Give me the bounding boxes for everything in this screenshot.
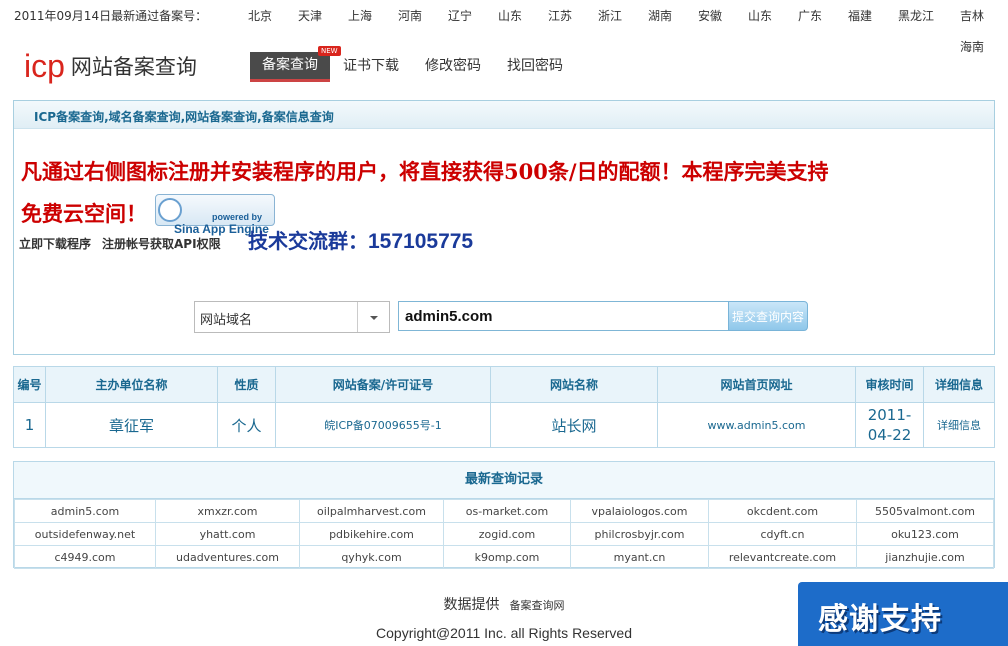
promo-text: 凡通过右侧图标注册并安装程序的用户，将直接获得500条/日的配额！本程序完美支持… [21, 151, 986, 236]
recent-link[interactable]: vpalaiologos.com [570, 499, 709, 523]
logo-text: 网站备案查询 [70, 55, 197, 79]
recent-link[interactable]: qyhyk.com [299, 545, 444, 569]
table-row: 1 章征军 个人 皖ICP备07009655号-1 站长网 www.admin5… [13, 402, 995, 448]
thanks-banner[interactable]: 感谢支持 [798, 582, 1008, 646]
cell-type: 个人 [217, 402, 276, 448]
detail-link[interactable]: 详细信息 [923, 402, 995, 448]
col-header: 网站首页网址 [657, 366, 856, 403]
province-link[interactable]: 上海 [348, 7, 372, 24]
chevron-down-icon[interactable] [357, 302, 389, 332]
latest-record-date: 2011年09月14日最新通过备案号： [14, 9, 208, 23]
col-header: 主办单位名称 [45, 366, 218, 403]
site-header: icp 网站备案查询 备案查询 NEW 证书下载 修改密码 找回密码 [0, 30, 1008, 86]
cell-review-date: 2011-04-22 [855, 402, 924, 448]
recent-row: admin5.com xmxzr.com oilpalmharvest.com … [14, 499, 994, 523]
cell-owner: 章征军 [45, 402, 218, 448]
province-link[interactable]: 安徽 [698, 7, 722, 24]
new-badge: NEW [318, 46, 341, 56]
province-link[interactable]: 河南 [398, 7, 422, 24]
promo-line-2: 免费云空间！ [21, 201, 147, 226]
qq-label: 技术交流群： [248, 229, 368, 253]
thanks-text: 感谢支持 [818, 602, 942, 637]
site-logo[interactable]: icp 网站备案查询 [24, 48, 197, 85]
province-link[interactable]: 山东 [748, 7, 772, 24]
recent-link[interactable]: yhatt.com [155, 522, 300, 546]
province-link[interactable]: 浙江 [598, 7, 622, 24]
recent-link[interactable]: philcrosbyjr.com [570, 522, 709, 546]
recent-title: 最新查询记录 [14, 462, 994, 499]
panel-header: ICP备案查询,域名备案查询,网站备案查询,备案信息查询 [14, 101, 994, 129]
province-link[interactable]: 广东 [798, 7, 822, 24]
promo-line-1: 凡通过右侧图标注册并安装程序的用户，将直接获得500条/日的配额！本程序完美支持 [21, 159, 829, 184]
recent-link[interactable]: oilpalmharvest.com [299, 499, 444, 523]
action-links: 立即下载程序 注册帐号获取API权限 [19, 235, 232, 252]
province-link[interactable]: 辽宁 [448, 7, 472, 24]
top-bar: 2011年09月14日最新通过备案号： 北京 天津 上海 河南 辽宁 山东 江苏… [0, 0, 1008, 54]
submit-button[interactable]: 提交查询内容 [728, 301, 808, 331]
col-header: 审核时间 [855, 366, 924, 403]
search-type-value: 网站域名 [200, 313, 253, 328]
register-link[interactable]: 注册帐号获取API权限 [102, 237, 221, 251]
recent-link[interactable]: xmxzr.com [155, 499, 300, 523]
recent-link[interactable]: relevantcreate.com [708, 545, 857, 569]
nav-query-tab[interactable]: 备案查询 [250, 52, 330, 82]
recent-link[interactable]: oku123.com [856, 522, 994, 546]
panel-title: ICP备案查询,域名备案查询,网站备案查询,备案信息查询 [34, 110, 334, 124]
nav-change-password[interactable]: 修改密码 [425, 55, 481, 75]
col-header: 详细信息 [923, 366, 995, 403]
province-link[interactable]: 江苏 [548, 7, 572, 24]
recent-link[interactable]: myant.cn [570, 545, 709, 569]
recent-row: outsidefenway.net yhatt.com pdbikehire.c… [14, 522, 994, 546]
col-header: 网站名称 [490, 366, 658, 403]
sae-badge[interactable]: powered by Sina App Engine [155, 194, 275, 236]
recent-link[interactable]: admin5.com [14, 499, 156, 523]
recent-link[interactable]: cdyft.cn [708, 522, 857, 546]
cell-site-name: 站长网 [490, 402, 658, 448]
download-link[interactable]: 立即下载程序 [19, 237, 91, 251]
nav-recover-password[interactable]: 找回密码 [507, 55, 563, 75]
recent-link[interactable]: 5505valmont.com [856, 499, 994, 523]
province-link[interactable]: 黑龙江 [898, 7, 934, 24]
qq-group: 技术交流群：157105775 [248, 225, 473, 254]
col-header: 网站备案/许可证号 [275, 366, 491, 403]
recent-link[interactable]: zogid.com [443, 522, 571, 546]
recent-link[interactable]: pdbikehire.com [299, 522, 444, 546]
cell-license: 皖ICP备07009655号-1 [275, 402, 491, 448]
qq-number: 157105775 [368, 230, 474, 253]
data-label: 数据提供 [443, 597, 500, 613]
query-panel: ICP备案查询,域名备案查询,网站备案查询,备案信息查询 凡通过右侧图标注册并安… [13, 100, 995, 355]
cell-id: 1 [13, 402, 46, 448]
recent-queries: 最新查询记录 admin5.com xmxzr.com oilpalmharve… [13, 461, 995, 569]
search-type-select[interactable]: 网站域名 [194, 301, 390, 333]
logo-icp: icp [24, 48, 65, 84]
data-source-link[interactable]: 备案查询网 [510, 599, 565, 612]
recent-row: c4949.com udadventures.com qyhyk.com k9o… [14, 545, 994, 569]
result-table: 编号 主办单位名称 性质 网站备案/许可证号 网站名称 网站首页网址 审核时间 … [13, 366, 995, 448]
recent-link[interactable]: os-market.com [443, 499, 571, 523]
recent-link[interactable]: jianzhujie.com [856, 545, 994, 569]
recent-link[interactable]: c4949.com [14, 545, 156, 569]
col-header: 性质 [217, 366, 276, 403]
province-link[interactable]: 福建 [848, 7, 872, 24]
recent-link[interactable]: okcdent.com [708, 499, 857, 523]
province-link[interactable]: 山东 [498, 7, 522, 24]
search-input[interactable] [398, 301, 730, 331]
col-header: 编号 [13, 366, 46, 403]
recent-link[interactable]: udadventures.com [155, 545, 300, 569]
province-link[interactable]: 湖南 [648, 7, 672, 24]
nav-cert-download[interactable]: 证书下载 [343, 55, 399, 75]
cell-homepage[interactable]: www.admin5.com [657, 402, 856, 448]
province-link[interactable]: 天津 [298, 7, 322, 24]
province-link[interactable]: 吉林 [960, 7, 984, 24]
table-header-row: 编号 主办单位名称 性质 网站备案/许可证号 网站名称 网站首页网址 审核时间 … [13, 366, 995, 403]
recent-grid: admin5.com xmxzr.com oilpalmharvest.com … [14, 499, 994, 569]
province-link[interactable]: 北京 [248, 7, 272, 24]
recent-link[interactable]: k9omp.com [443, 545, 571, 569]
recent-link[interactable]: outsidefenway.net [14, 522, 156, 546]
